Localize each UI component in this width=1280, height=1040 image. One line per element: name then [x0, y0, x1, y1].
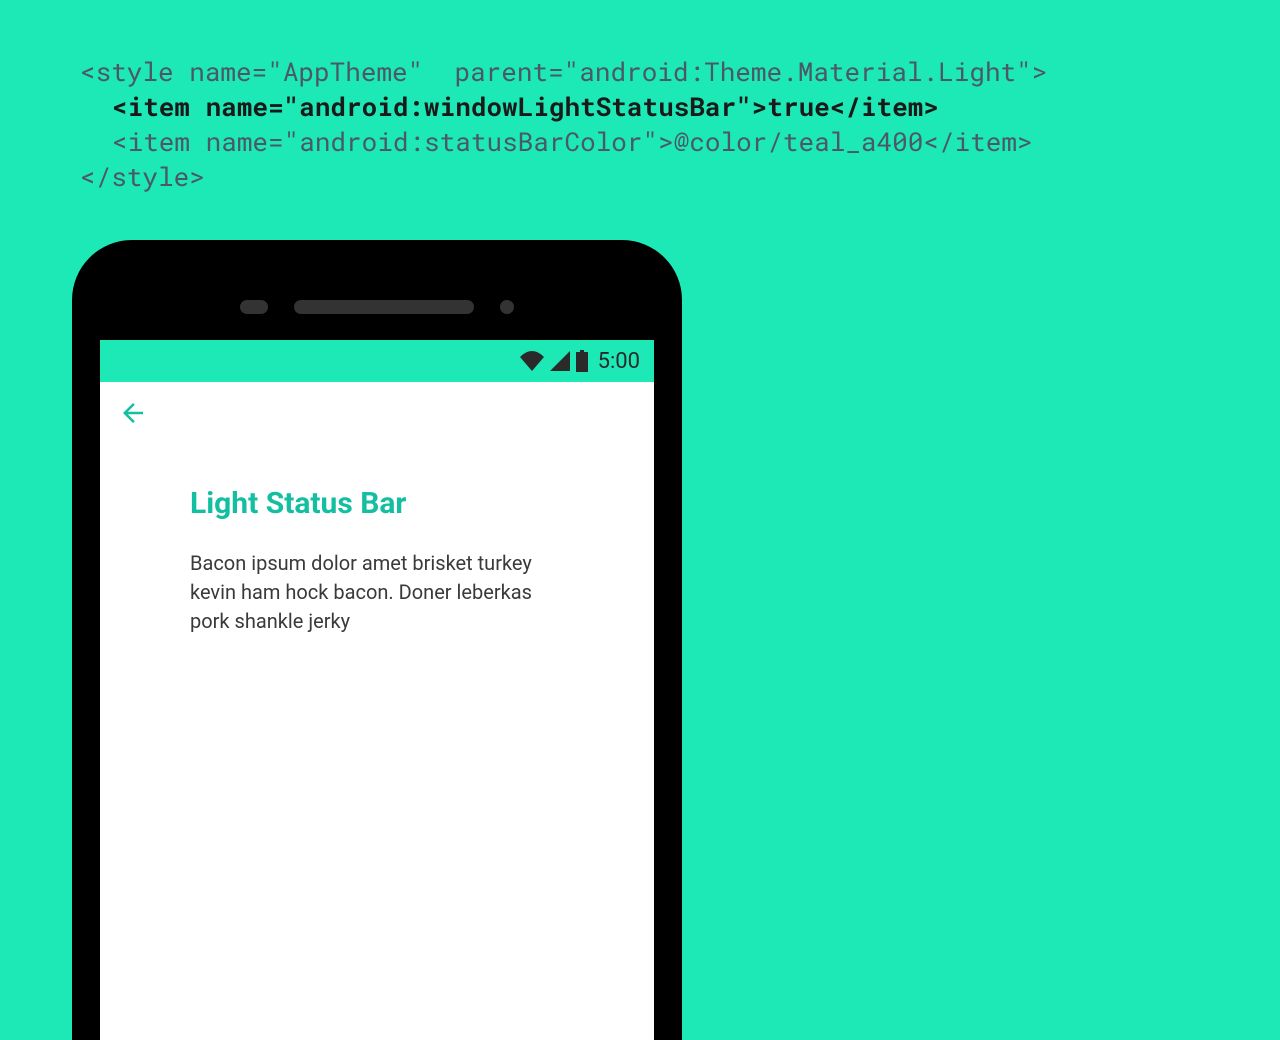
page-content: Light Status Bar Bacon ipsum dolor amet …	[100, 444, 654, 636]
phone-mockup: 5:00 Light Status Bar Bacon ipsum dolor …	[72, 240, 682, 1040]
code-line-4: </style>	[80, 160, 205, 194]
phone-screen: 5:00 Light Status Bar Bacon ipsum dolor …	[100, 340, 654, 1040]
android-status-bar: 5:00	[100, 340, 654, 382]
xml-code-block: <style name="AppTheme" parent="android:T…	[0, 0, 1280, 195]
code-line-3: <item name="android:statusBarColor">@col…	[112, 125, 1033, 159]
code-line-1: <style name="AppTheme" parent="android:T…	[80, 55, 1047, 89]
cellular-signal-icon	[550, 351, 570, 371]
earpiece	[294, 300, 474, 314]
code-line-2-highlight: <item name="android:windowLightStatusBar…	[112, 90, 939, 124]
wifi-icon	[520, 351, 544, 371]
battery-icon	[576, 350, 588, 372]
sensor-dot	[500, 300, 514, 314]
back-arrow-icon[interactable]	[118, 398, 148, 428]
app-toolbar	[100, 382, 654, 444]
status-bar-time: 5:00	[598, 349, 640, 374]
page-body-text: Bacon ipsum dolor amet brisket turkey ke…	[190, 549, 564, 636]
sensor-oval	[240, 300, 268, 314]
page-heading: Light Status Bar	[190, 486, 564, 521]
phone-top-sensors	[240, 300, 514, 314]
